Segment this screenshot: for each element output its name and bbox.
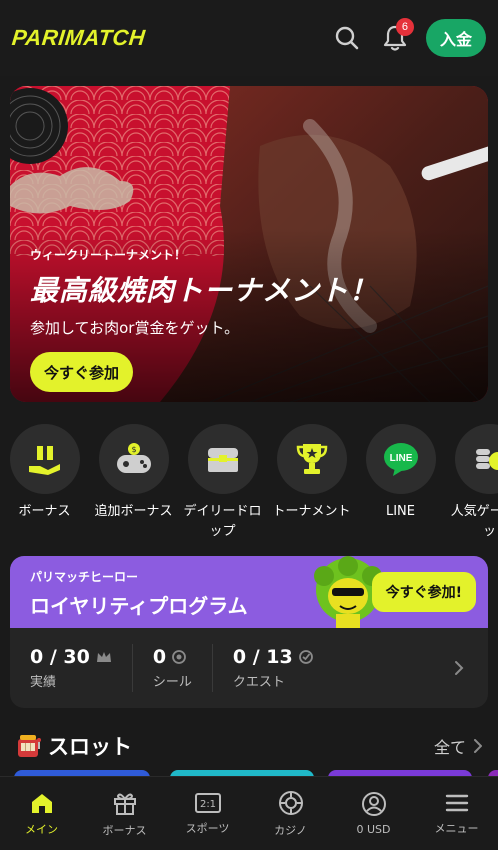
- loyalty-join-button[interactable]: 今すぐ参加!: [371, 572, 476, 612]
- quicknav-label: ボーナス: [18, 504, 71, 519]
- svg-text:LINE: LINE: [389, 453, 412, 464]
- quicknav-label: デイリードロップ: [183, 504, 262, 539]
- top-header: PARIMATCH 6 入金: [0, 0, 498, 76]
- quicknav-label: 追加ボーナス: [94, 504, 173, 519]
- nav-main[interactable]: メイン: [0, 777, 83, 850]
- menu-icon: [445, 794, 468, 811]
- nav-menu[interactable]: メニュー: [415, 777, 498, 850]
- nav-label: カジノ: [274, 823, 307, 837]
- quicknav-line[interactable]: LINE LINE: [356, 424, 445, 544]
- quicknav-popular-games[interactable]: 人気ゲームベッ: [445, 424, 498, 544]
- quicknav-extra-bonus[interactable]: $ 追加ボーナス: [89, 424, 178, 544]
- seals-label: シール: [152, 675, 192, 690]
- svg-text:2:1: 2:1: [199, 799, 215, 810]
- chevron-right-icon[interactable]: [454, 660, 464, 676]
- nav-label: メニュー: [434, 821, 479, 835]
- loyalty-kicker: パリマッチヒーロー: [30, 570, 139, 584]
- chevron-right-icon: [474, 739, 482, 753]
- banner-subtitle: 参加してお肉or賞金をゲット。: [30, 319, 240, 337]
- slot-machine-icon: [18, 735, 41, 757]
- sports-icon: 2:1: [194, 792, 221, 813]
- nav-label: ボーナス: [102, 823, 147, 837]
- notification-count-badge: 6: [395, 18, 414, 36]
- quests-label: クエスト: [232, 675, 285, 690]
- trophy-icon: [276, 424, 347, 494]
- quest-icon: [298, 650, 313, 664]
- account-icon: [361, 792, 386, 816]
- bottom-nav: メイン ボーナス 2:1 スポーツ カジノ 0 USD メニュー: [0, 776, 498, 850]
- seal-icon: [172, 650, 186, 664]
- see-all-link[interactable]: 全て: [434, 734, 482, 758]
- achievements-label: 実績: [30, 675, 57, 690]
- tournament-banner[interactable]: ウィークリートーナメント！ 最高級焼肉トーナメント！ 参加してお肉or賞金をゲッ…: [10, 86, 488, 402]
- notifications-bell-icon[interactable]: 6: [378, 18, 414, 55]
- loyalty-stats: 0 / 30 実績 0 シール 0 / 13 クエスト: [10, 628, 488, 708]
- treasure-chest-icon: [187, 424, 258, 494]
- gift-hand-icon: [9, 424, 80, 494]
- achievements-value: 0 / 30: [30, 646, 90, 668]
- quests-value: 0 / 13: [232, 646, 293, 668]
- banner-kicker: ウィークリートーナメント！: [30, 248, 187, 262]
- loyalty-program-card[interactable]: パリマッチヒーロー ロイヤリティプログラム 今すぐ参加! 0 / 30 実績 0: [10, 556, 488, 708]
- quick-nav-row: ボーナス $ 追加ボーナス デイリードロップ トーナメント LINE LINE …: [0, 424, 498, 544]
- join-now-button[interactable]: 今すぐ参加: [30, 352, 134, 392]
- coins-icon: [454, 424, 498, 494]
- banner-title: 最高級焼肉トーナメント！: [30, 274, 379, 307]
- parimatch-logo[interactable]: PARIMATCH: [11, 25, 147, 51]
- quicknav-tournament[interactable]: トーナメント: [267, 424, 356, 544]
- header-actions: 6 入金: [330, 18, 486, 57]
- loyalty-header: パリマッチヒーロー ロイヤリティプログラム 今すぐ参加!: [10, 556, 488, 628]
- nav-sports[interactable]: 2:1 スポーツ: [166, 777, 249, 850]
- crown-icon: [96, 652, 111, 662]
- gift-icon: [113, 793, 136, 815]
- casino-chip-icon: [278, 790, 303, 815]
- banner-text-block: ウィークリートーナメント！ 最高級焼肉トーナメント！ 参加してお肉or賞金をゲッ…: [30, 246, 378, 392]
- quicknav-bonus[interactable]: ボーナス: [0, 424, 89, 544]
- nav-label: スポーツ: [185, 821, 230, 835]
- gamepad-icon: $: [98, 424, 169, 494]
- loyalty-title: ロイヤリティプログラム: [30, 594, 248, 618]
- see-all-label: 全て: [433, 738, 466, 757]
- nav-label: 0 USD: [356, 823, 391, 836]
- quicknav-daily-drop[interactable]: デイリードロップ: [178, 424, 267, 544]
- svg-text:$: $: [131, 445, 136, 454]
- stat-achievements: 0 / 30 実績: [30, 644, 133, 692]
- line-icon: LINE: [365, 424, 436, 494]
- slots-title: スロット: [48, 735, 132, 759]
- nav-label: メイン: [25, 822, 58, 836]
- quicknav-label: 人気ゲームベッ: [450, 504, 498, 539]
- nav-account-balance[interactable]: 0 USD: [332, 777, 415, 850]
- deposit-button[interactable]: 入金: [425, 19, 486, 57]
- stat-seals: 0 シール: [153, 644, 213, 692]
- nav-bonus[interactable]: ボーナス: [83, 777, 166, 850]
- home-icon: [31, 793, 52, 813]
- quicknav-label: LINE: [385, 504, 415, 519]
- stat-quests: 0 / 13 クエスト: [233, 644, 333, 692]
- slots-section-header: スロット 全て: [16, 728, 482, 764]
- search-icon[interactable]: [330, 21, 364, 55]
- quicknav-label: トーナメント: [272, 504, 351, 519]
- nav-casino[interactable]: カジノ: [249, 777, 332, 850]
- seals-value: 0: [152, 646, 167, 668]
